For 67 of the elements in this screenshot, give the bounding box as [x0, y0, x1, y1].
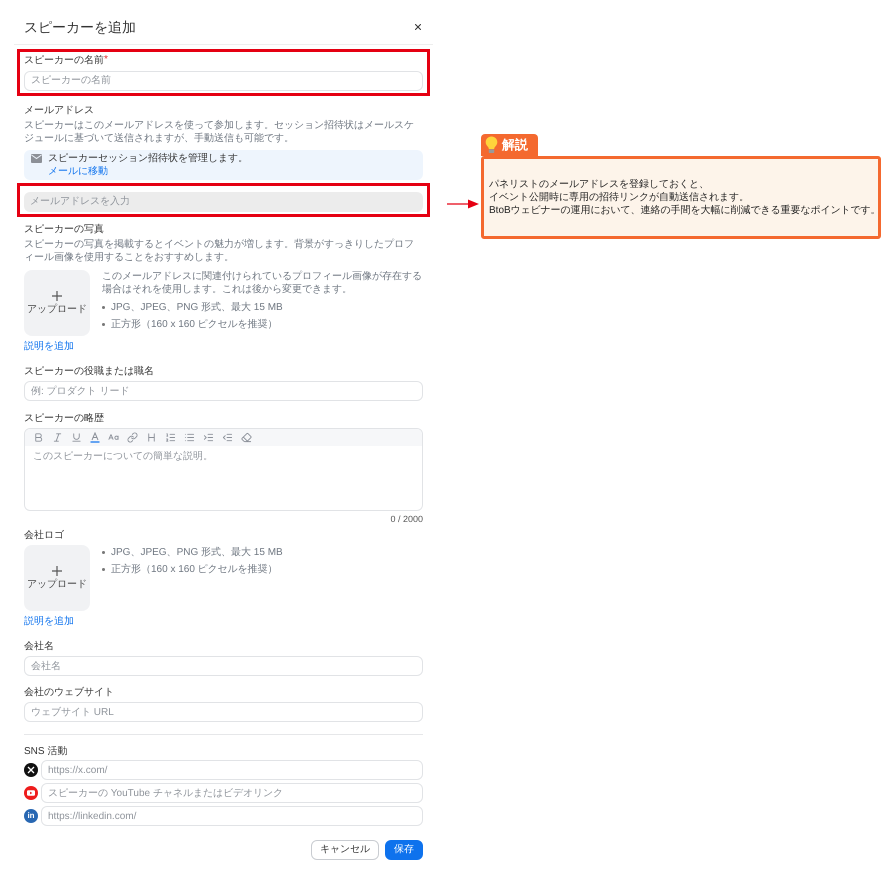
- underline-icon[interactable]: [71, 432, 82, 443]
- heading-icon[interactable]: [146, 432, 157, 443]
- job-title-field[interactable]: 例: プロダクト リード: [24, 381, 423, 401]
- outdent-icon[interactable]: [222, 432, 233, 443]
- required-mark: *: [104, 54, 108, 65]
- field-label: スピーカーの写真: [24, 223, 105, 236]
- callout-text: BtoBウェビナーの運用において、連絡の手間を大幅に削減できる重要なポイントです。: [489, 204, 881, 217]
- add-description-link[interactable]: 説明を追加: [24, 340, 74, 353]
- social-link-field[interactable]: https://x.com/: [41, 760, 423, 780]
- mail-icon: [31, 154, 42, 163]
- rich-text-editor[interactable]: このスピーカーについての簡単な説明。: [24, 428, 423, 511]
- company-name-field[interactable]: 会社名: [24, 656, 423, 676]
- lightbulb-icon: [485, 136, 498, 154]
- social-link-field[interactable]: https://linkedin.com/: [41, 806, 423, 826]
- company-website-field[interactable]: ウェブサイト URL: [24, 702, 423, 722]
- cancel-button[interactable]: キャンセル: [311, 840, 379, 860]
- requirement-text: JPG、JPEG、PNG 形式、最大 15 MB: [111, 546, 283, 559]
- requirement-text: JPG、JPEG、PNG 形式、最大 15 MB: [111, 301, 283, 314]
- bullet-list-icon[interactable]: [184, 432, 195, 443]
- notice-text: スピーカーセッション招待状を管理します。: [48, 152, 248, 165]
- italic-icon[interactable]: [52, 432, 63, 443]
- callout-text: パネリストのメールアドレスを登録しておくと、: [489, 178, 709, 191]
- field-description: スピーカーの写真を掲載するとイベントの魅力が増します。背景がすっきりしたプロフィール画像を使用することをおすすめします。: [24, 238, 415, 264]
- bold-icon[interactable]: [33, 432, 44, 443]
- bullet-icon: [102, 568, 105, 571]
- requirement-text: 正方形（160 x 160 ピクセルを推奨）: [111, 318, 278, 331]
- save-button[interactable]: 保存: [385, 840, 423, 860]
- numbered-list-icon[interactable]: [165, 432, 176, 443]
- field-label: スピーカーの略歴: [24, 412, 105, 425]
- arrow: [447, 199, 479, 209]
- bullet-icon: [102, 551, 105, 554]
- indent-icon[interactable]: [203, 432, 214, 443]
- close-icon: [413, 22, 423, 32]
- eraser-icon[interactable]: [241, 432, 252, 443]
- plus-icon: [52, 290, 62, 300]
- callout-text: イベント公開時に専用の招待リンクが自動送信されます。: [489, 191, 749, 204]
- field-description: スピーカーはこのメールアドレスを使って参加します。セッション招待状はメールスケジュールに基づいて送信されますが、手動送信も可能です。: [24, 119, 415, 145]
- upload-button[interactable]: アップロード: [24, 270, 90, 336]
- upload-note: このメールアドレスに関連付けられているプロフィール画像が存在する場合はそれを使用します。これは後から変更できます。: [102, 270, 423, 296]
- field-label: 会社名: [24, 640, 55, 653]
- character-counter: 0 / 2000: [390, 513, 423, 525]
- youtube-icon: [24, 786, 38, 800]
- speaker-name-field[interactable]: スピーカーの名前: [24, 70, 423, 90]
- font-size-icon[interactable]: [108, 432, 119, 443]
- add-description-link[interactable]: 説明を追加: [24, 615, 74, 628]
- link-icon[interactable]: [127, 432, 138, 443]
- plus-icon: [52, 566, 62, 576]
- field-label: SNS 活動: [24, 745, 68, 758]
- bullet-icon: [102, 306, 105, 309]
- field-label: スピーカーの名前: [24, 54, 104, 67]
- linkedin-icon: in: [24, 809, 38, 823]
- email-field[interactable]: メールアドレスを入力: [24, 192, 423, 212]
- dialog-title: スピーカーを追加: [24, 18, 136, 36]
- bio-field[interactable]: このスピーカーについての簡単な説明。: [25, 446, 422, 510]
- upload-button[interactable]: アップロード: [24, 545, 90, 611]
- x-logo-icon: [24, 763, 38, 777]
- bullet-icon: [102, 323, 105, 326]
- field-label: 会社のウェブサイト: [24, 686, 115, 699]
- field-label: 会社ロゴ: [24, 529, 65, 542]
- field-label: スピーカーの役職または職名: [24, 365, 155, 378]
- callout-title: 解説: [502, 137, 528, 153]
- social-link-field[interactable]: スピーカーの YouTube チャネルまたはビデオリンク: [41, 783, 423, 803]
- field-label: メールアドレス: [24, 104, 95, 117]
- text-color-icon[interactable]: [90, 432, 100, 443]
- requirement-text: 正方形（160 x 160 ピクセルを推奨）: [111, 563, 278, 576]
- close-button[interactable]: [413, 22, 423, 32]
- go-to-email-link[interactable]: メールに移動: [48, 165, 108, 178]
